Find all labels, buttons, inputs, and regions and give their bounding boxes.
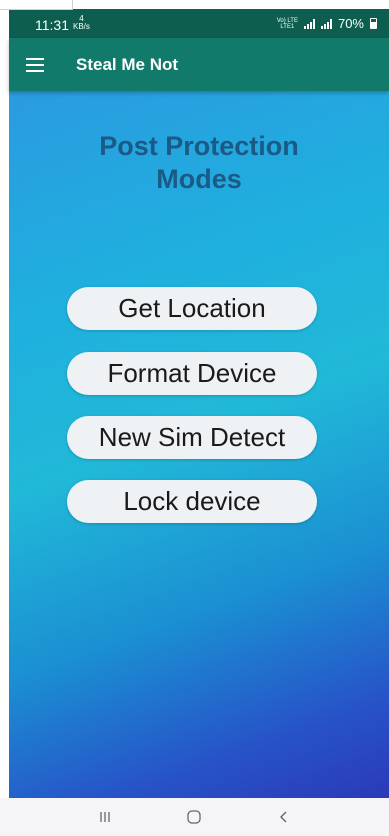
page-title: Post Protection Modes bbox=[9, 130, 389, 196]
page-title-line2: Modes bbox=[156, 164, 242, 194]
back-icon[interactable] bbox=[269, 802, 299, 832]
hamburger-menu-icon[interactable] bbox=[26, 57, 44, 72]
data-rate: 4 KB/s bbox=[73, 14, 90, 31]
corner-frame bbox=[0, 0, 73, 10]
main-content: Post Protection Modes Get Location Forma… bbox=[9, 91, 389, 798]
app-title: Steal Me Not bbox=[76, 54, 179, 74]
battery-icon bbox=[370, 18, 377, 29]
get-location-button[interactable]: Get Location bbox=[67, 287, 317, 330]
system-nav-bar bbox=[0, 798, 389, 836]
network-label-bottom: LTE1 bbox=[280, 23, 295, 30]
network-type: Vo) LTE LTE1 bbox=[277, 18, 298, 30]
data-rate-unit: KB/s bbox=[73, 21, 90, 31]
status-time: 11:31 bbox=[35, 16, 69, 33]
status-left: 11:31 4 KB/s bbox=[35, 14, 90, 33]
format-device-button[interactable]: Format Device bbox=[67, 352, 317, 395]
app-bar: Steal Me Not bbox=[9, 38, 389, 91]
recent-apps-icon[interactable] bbox=[90, 802, 120, 832]
signal-icon bbox=[303, 18, 315, 29]
lock-device-button[interactable]: Lock device bbox=[67, 480, 317, 523]
status-right: Vo) LTE LTE1 70% bbox=[277, 16, 377, 31]
battery-percent: 70% bbox=[337, 16, 364, 31]
page-title-line1: Post Protection bbox=[99, 131, 299, 161]
home-icon[interactable] bbox=[179, 802, 209, 832]
new-sim-detect-button[interactable]: New Sim Detect bbox=[67, 416, 317, 459]
signal-icon-sim2 bbox=[320, 18, 332, 29]
status-bar: 11:31 4 KB/s Vo) LTE LTE1 70% bbox=[9, 9, 389, 38]
